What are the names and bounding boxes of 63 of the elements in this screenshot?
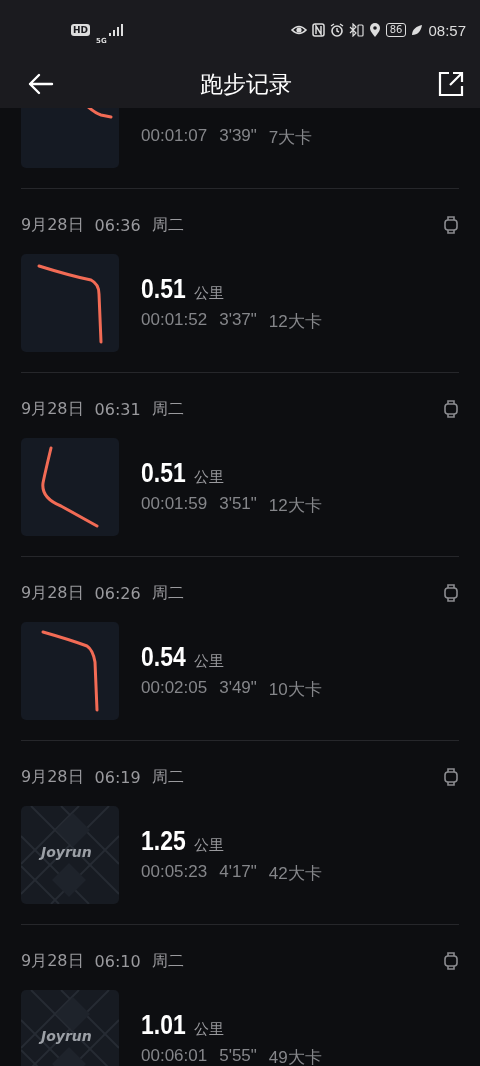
distance-unit: 公里 — [193, 283, 224, 303]
page-title: 跑步记录 — [200, 69, 292, 99]
share-icon — [438, 71, 464, 97]
distance-unit: 公里 — [193, 467, 224, 487]
distance-value: 0.54 — [141, 641, 186, 673]
leaf-icon — [411, 24, 424, 36]
watch-icon — [443, 216, 459, 234]
bluetooth-icon — [348, 23, 364, 37]
run-time: 06:36 — [94, 215, 141, 235]
run-calories: 12大卡 — [268, 310, 322, 333]
run-calories: 42大卡 — [268, 862, 322, 885]
distance-unit: 公里 — [193, 835, 224, 855]
run-weekday: 周二 — [151, 950, 184, 972]
run-date: 9月28日 — [21, 766, 84, 788]
run-pace: 3'51" — [219, 493, 257, 515]
share-button[interactable] — [438, 71, 464, 97]
run-weekday: 周二 — [151, 766, 184, 788]
location-icon — [368, 23, 381, 37]
battery-indicator: 86 — [385, 23, 407, 37]
distance-value: 1.25 — [141, 825, 186, 857]
run-pace: 4'17" — [219, 861, 257, 883]
run-weekday: 周二 — [151, 214, 184, 236]
run-pace: 5'55" — [219, 1045, 257, 1066]
distance-value: 0.51 — [141, 273, 186, 305]
run-duration: 00:01:52 — [141, 309, 208, 331]
run-duration: 00:01:59 — [141, 493, 208, 515]
run-time: 06:31 — [94, 399, 141, 419]
watch-icon — [443, 952, 459, 970]
run-calories: 7大卡 — [268, 126, 313, 149]
run-calories: 49大卡 — [268, 1046, 322, 1066]
signal-icon — [108, 24, 123, 36]
run-date: 9月28日 — [21, 214, 84, 236]
back-button[interactable] — [28, 73, 54, 95]
watch-icon — [443, 584, 459, 602]
eye-icon — [290, 24, 307, 36]
run-weekday: 周二 — [151, 582, 184, 604]
run-date: 9月28日 — [21, 950, 84, 972]
run-duration: 00:06:01 — [141, 1045, 208, 1066]
hd-indicator: HD — [71, 24, 90, 36]
run-time: 06:10 — [94, 951, 141, 971]
run-pace: 3'37" — [219, 309, 257, 331]
run-pace: 3'39" — [219, 125, 257, 147]
run-weekday: 周二 — [151, 398, 184, 420]
run-calories: 10大卡 — [268, 678, 322, 701]
distance-value: 0.51 — [141, 457, 186, 489]
watch-icon — [443, 400, 459, 418]
run-calories: 12大卡 — [268, 494, 322, 517]
run-time: 06:19 — [94, 767, 141, 787]
run-date: 9月28日 — [21, 582, 84, 604]
alarm-icon — [329, 23, 344, 37]
distance-value: 1.01 — [141, 1009, 186, 1041]
run-duration: 00:01:07 — [141, 125, 208, 147]
run-date: 9月28日 — [21, 398, 84, 420]
back-icon — [28, 73, 54, 95]
distance-unit: 公里 — [193, 1019, 224, 1039]
nfc-icon — [311, 23, 325, 37]
run-time: 06:26 — [94, 583, 141, 603]
watch-icon — [443, 768, 459, 786]
distance-unit: 公里 — [193, 651, 224, 671]
run-duration: 00:05:23 — [141, 861, 208, 883]
clock: 08:57 — [428, 21, 466, 39]
run-pace: 3'49" — [219, 677, 257, 699]
run-duration: 00:02:05 — [141, 677, 208, 699]
